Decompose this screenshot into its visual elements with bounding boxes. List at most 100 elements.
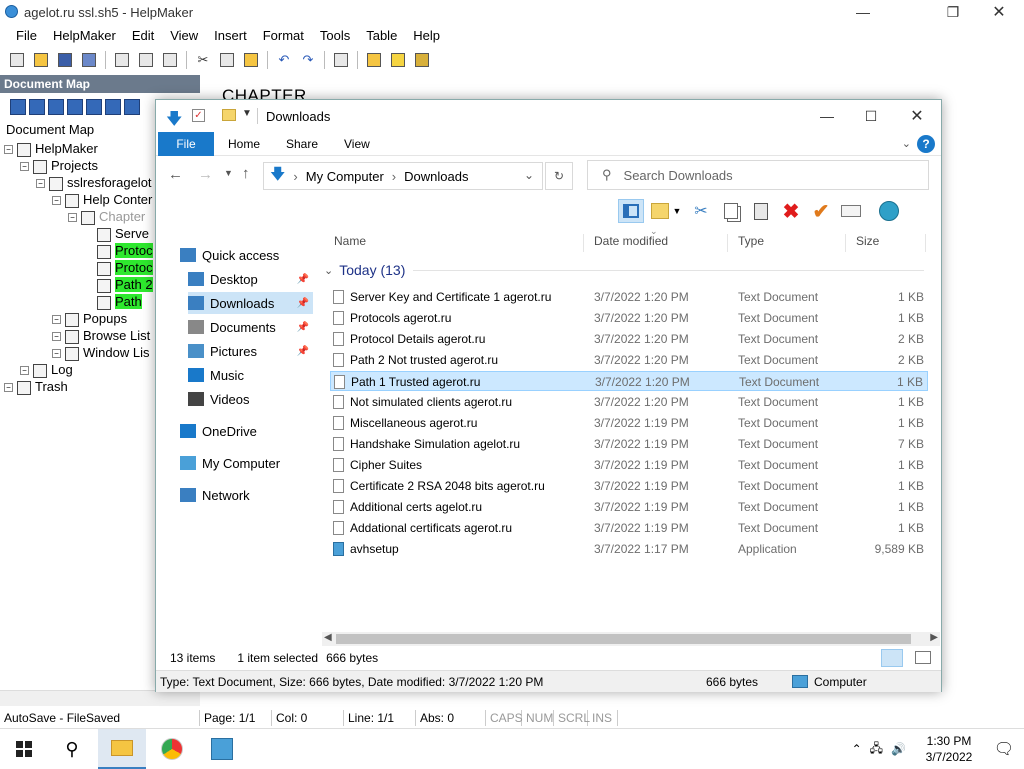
tree-node[interactable]: − HelpMaker — [4, 141, 98, 157]
close-icon[interactable]: ✕ — [976, 0, 1022, 24]
nav-music[interactable]: Music — [188, 364, 313, 386]
spellcheck-icon[interactable] — [159, 50, 181, 70]
tree-expand-icon[interactable]: − — [20, 162, 29, 172]
tree-expand-icon[interactable]: − — [20, 366, 29, 376]
tree-tool-icon[interactable] — [67, 99, 83, 115]
tree-node[interactable]: Path 2 — [84, 277, 153, 293]
group-header-today[interactable]: ⌄ Today (13) — [324, 262, 924, 278]
tree-node[interactable]: Protoc — [84, 260, 153, 276]
breadcrumb-chevron-icon[interactable]: › — [293, 169, 297, 184]
table-row[interactable]: Protocol Details agerot.ru 3/7/2022 1:20 … — [330, 329, 928, 349]
restore-icon[interactable]: ❐ — [930, 0, 976, 24]
breadcrumb-downloads[interactable]: Downloads — [404, 169, 468, 184]
column-name[interactable]: Name — [324, 234, 584, 252]
tree-node[interactable]: − Window Lis — [52, 345, 149, 361]
nav-desktop[interactable]: Desktop 📌 — [188, 268, 313, 290]
tree-node[interactable]: − Popups — [52, 311, 127, 327]
tree-expand-icon[interactable]: − — [52, 315, 61, 325]
save-all-icon[interactable] — [78, 50, 100, 70]
tree-node[interactable]: Protoc — [84, 243, 153, 259]
tree-tool-icon[interactable] — [48, 99, 64, 115]
table-row[interactable]: Certificate 2 RSA 2048 bits agerot.ru 3/7… — [330, 476, 928, 496]
menu-file[interactable]: File — [8, 28, 45, 43]
tree-tool-icon[interactable] — [124, 99, 140, 115]
print-icon[interactable] — [111, 50, 133, 70]
document-map-scrollbar[interactable] — [0, 690, 200, 706]
tree-node[interactable]: Serve — [84, 226, 149, 242]
breadcrumb-chevron-icon[interactable]: › — [392, 169, 396, 184]
rename-check-icon[interactable]: ✔ — [808, 199, 834, 223]
copy-icon[interactable] — [718, 199, 744, 223]
forward-icon[interactable]: → — [198, 166, 213, 183]
menu-insert[interactable]: Insert — [206, 28, 255, 43]
nav-pictures[interactable]: Pictures 📌 — [188, 340, 313, 362]
table-row[interactable]: Protocols agerot.ru 3/7/2022 1:20 PM Text … — [330, 308, 928, 328]
search-input[interactable]: Search Downloads — [624, 168, 733, 183]
network-icon[interactable]: 🖧 — [870, 739, 883, 760]
tree-expand-icon[interactable]: − — [52, 196, 61, 206]
tab-file[interactable]: File — [158, 132, 214, 156]
quick-access-dropdown-icon[interactable]: ▼ — [242, 108, 252, 119]
tree-node[interactable]: Path — [84, 294, 142, 310]
explorer-maximize-icon[interactable]: ☐ — [848, 104, 894, 128]
chrome-taskbar-icon[interactable] — [148, 729, 196, 769]
copy-icon[interactable] — [216, 50, 238, 70]
tree-tool-icon[interactable] — [10, 99, 26, 115]
cut-icon[interactable]: ✂ — [192, 50, 214, 70]
tab-share[interactable]: Share — [274, 132, 330, 156]
tree-expand-icon[interactable]: − — [4, 383, 13, 393]
breadcrumb-my-computer[interactable]: My Computer — [306, 169, 384, 184]
tab-view[interactable]: View — [332, 132, 382, 156]
view-options-icon[interactable]: ▼ — [648, 199, 684, 223]
paste-icon[interactable] — [748, 199, 774, 223]
redo-icon[interactable]: ↷ — [297, 50, 319, 70]
scroll-right-icon[interactable]: ▶ — [930, 632, 938, 643]
address-bar[interactable]: 🡇 › My Computer › Downloads ⌄ — [263, 162, 543, 190]
new-folder-icon[interactable] — [222, 109, 236, 121]
table-row[interactable]: Miscellaneous agerot.ru 3/7/2022 1:19 PM T… — [330, 413, 928, 433]
recent-locations-icon[interactable]: ▼ — [224, 168, 233, 178]
table-row[interactable]: Handshake Simulation agelot.ru 3/7/2022 1… — [330, 434, 928, 454]
pin-icon[interactable]: 📌 — [297, 346, 309, 357]
menu-help[interactable]: Help — [405, 28, 448, 43]
collapse-chevron-icon[interactable]: ⌄ — [324, 264, 333, 277]
delete-icon[interactable]: ✖ — [778, 199, 804, 223]
scroll-thumb[interactable] — [336, 634, 911, 644]
menu-view[interactable]: View — [162, 28, 206, 43]
undo-icon[interactable]: ↶ — [273, 50, 295, 70]
large-icons-view-icon[interactable] — [915, 651, 931, 664]
tree-node[interactable]: − Trash — [4, 379, 68, 395]
column-size[interactable]: Size — [846, 234, 926, 252]
horizontal-scrollbar[interactable]: ◀ ▶ — [322, 632, 940, 646]
tree-tool-icon[interactable] — [29, 99, 45, 115]
notifications-icon[interactable]: 🗨 — [984, 739, 1024, 759]
pin-icon[interactable]: 📌 — [297, 298, 309, 309]
book-icon[interactable] — [411, 50, 433, 70]
new-icon[interactable] — [6, 50, 28, 70]
nav-network[interactable]: Network — [180, 484, 313, 506]
refresh-icon[interactable]: ↻ — [545, 162, 573, 190]
tree-expand-icon[interactable]: − — [52, 349, 61, 359]
menu-table[interactable]: Table — [358, 28, 405, 43]
preview-pane-icon[interactable] — [618, 199, 644, 223]
shell-globe-icon[interactable] — [876, 199, 902, 223]
nav-onedrive[interactable]: OneDrive — [180, 420, 313, 442]
tree-node[interactable]: − Log — [20, 362, 73, 378]
table-row[interactable]: avhsetup 3/7/2022 1:17 PM Application 9,589… — [330, 539, 928, 559]
scroll-left-icon[interactable]: ◀ — [324, 632, 332, 643]
help-topic-icon[interactable] — [387, 50, 409, 70]
address-dropdown-icon[interactable]: ⌄ — [524, 168, 534, 182]
start-button[interactable] — [0, 729, 48, 769]
tree-node[interactable]: − sslresforagelot — [36, 175, 152, 191]
properties-check-icon[interactable]: ✓ — [192, 109, 205, 122]
nav-videos[interactable]: Videos — [188, 388, 313, 410]
tree-node[interactable]: − Projects — [20, 158, 98, 174]
table-row[interactable]: Path 2 Not trusted agerot.ru 3/7/2022 1:2… — [330, 350, 928, 370]
nav-quick-access[interactable]: Quick access — [180, 244, 313, 266]
nav-downloads[interactable]: Downloads 📌 — [188, 292, 313, 314]
menu-tools[interactable]: Tools — [312, 28, 358, 43]
details-view-icon[interactable] — [881, 649, 903, 667]
column-type[interactable]: Type — [728, 234, 846, 252]
paste-icon[interactable] — [240, 50, 262, 70]
minimize-icon[interactable]: — — [840, 0, 886, 24]
